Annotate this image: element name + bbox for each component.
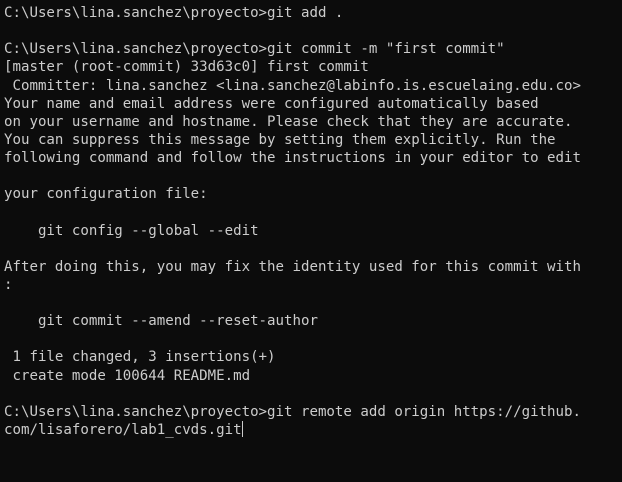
terminal-line: C:\Users\lina.sanchez\proyecto>git commi… (4, 41, 505, 58)
text-cursor (241, 420, 243, 437)
terminal-line: Committer: lina.sanchez <lina.sanchez@la… (4, 77, 581, 94)
terminal-window[interactable]: C:\Users\lina.sanchez\proyecto>git add .… (0, 0, 622, 482)
terminal-line: : (4, 276, 13, 293)
terminal-line: [master (root-commit) 33d63c0] first com… (4, 59, 369, 76)
terminal-line: Your name and email address were configu… (4, 95, 539, 112)
terminal-input-line[interactable]: C:\Users\lina.sanchez\proyecto>git remot… (4, 403, 622, 421)
terminal-line: git config --global --edit (4, 222, 259, 239)
terminal-line: 1 file changed, 3 insertions(+) (4, 349, 276, 366)
terminal-line: create mode 100644 README.md (4, 367, 251, 384)
terminal-line: your configuration file: (4, 186, 208, 203)
terminal-input-line[interactable]: com/lisaforero/lab1_cvds.git (4, 420, 622, 439)
terminal-line: on your username and hostname. Please ch… (4, 113, 573, 130)
terminal-line: After doing this, you may fix the identi… (4, 258, 581, 275)
terminal-line: You can suppress this message by setting… (4, 131, 556, 148)
terminal-line: C:\Users\lina.sanchez\proyecto>git add . (4, 5, 344, 21)
terminal-line: following command and follow the instruc… (4, 150, 581, 166)
terminal-line: git commit --amend --reset-author (4, 313, 318, 330)
